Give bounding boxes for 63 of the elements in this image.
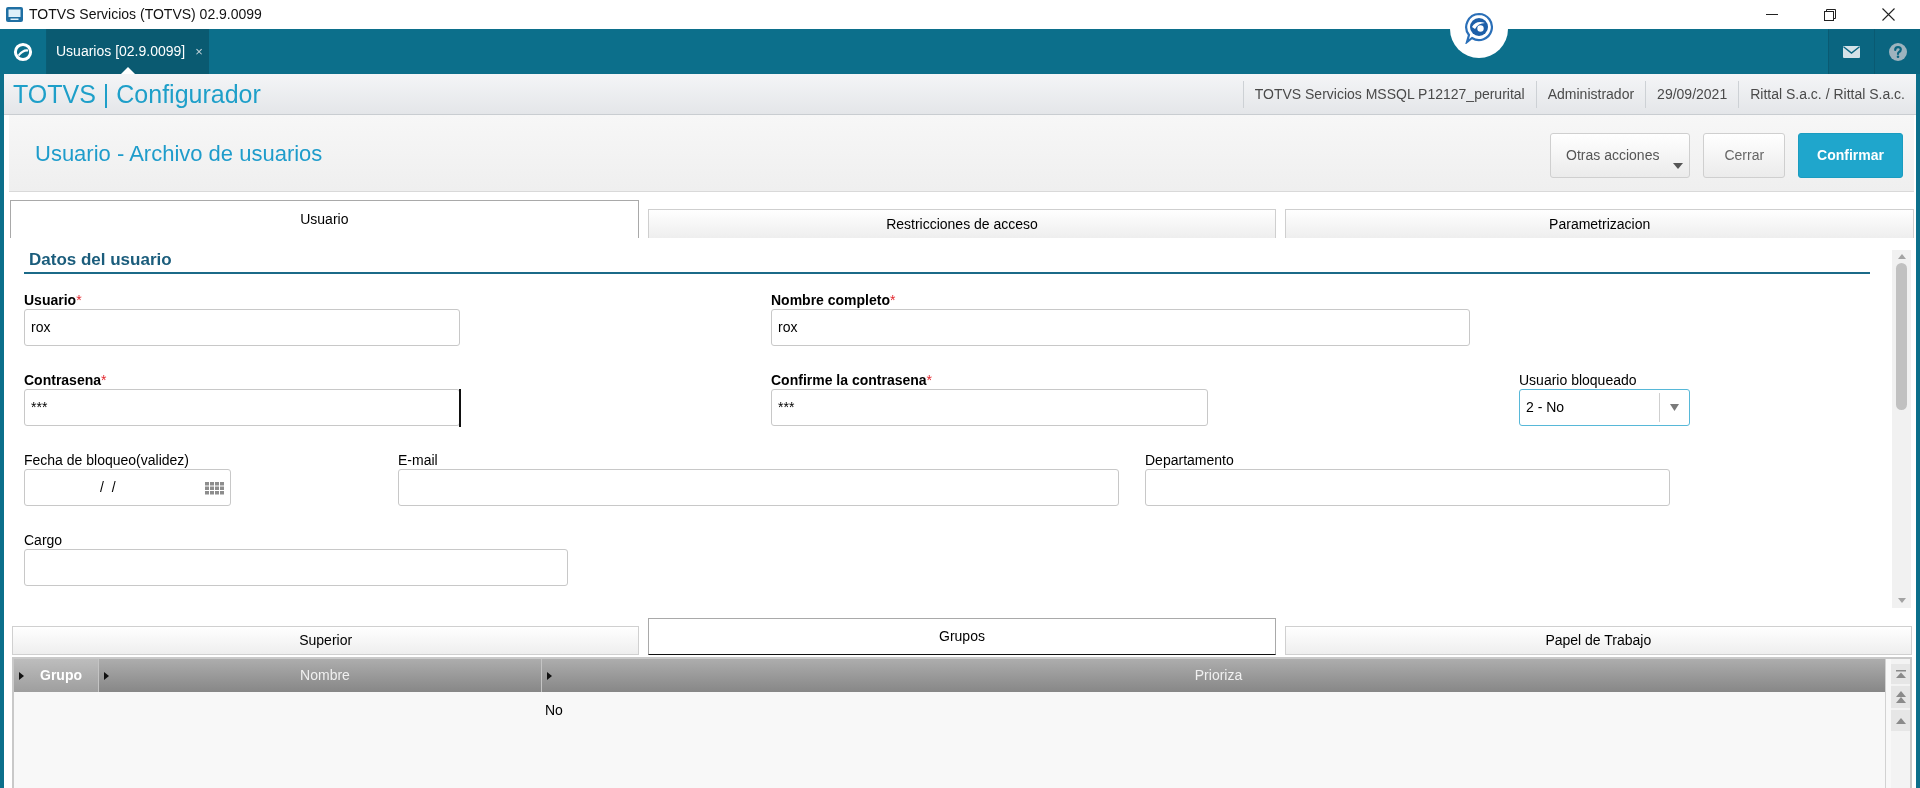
field-label: E-mail	[398, 452, 439, 469]
table-cell-text: No	[544, 700, 563, 720]
mail-icon	[1843, 45, 1860, 58]
up-arrow-icon	[1895, 717, 1906, 724]
field-label: Contrasena*	[24, 372, 108, 389]
column-arrow-icon[interactable]	[547, 671, 552, 680]
input-field[interactable]: rox	[771, 309, 1470, 346]
field-label: Usuario*	[24, 292, 83, 309]
input-field[interactable]	[1145, 469, 1670, 506]
section-title: Datos del usuario	[28, 250, 173, 270]
field-label: Departamento	[1145, 452, 1235, 469]
header-info: 29/09/2021	[1645, 80, 1739, 108]
field-label: Fecha de bloqueo(validez)	[24, 452, 190, 469]
header-info: Rittal S.a.c. / Rittal S.a.c.	[1738, 80, 1916, 108]
window-title: TOTVS Servicios (TOTVS) 02.9.0099	[29, 5, 262, 24]
help-button[interactable]	[1874, 29, 1920, 74]
app-tab[interactable]: Usuarios [02.9.0099] ×	[47, 29, 209, 74]
caret-icon	[1673, 162, 1684, 169]
field-label: Usuario bloqueado	[1519, 372, 1638, 389]
input-field[interactable]	[24, 549, 568, 586]
field-label: Nombre completo*	[771, 292, 897, 309]
column-arrow-icon[interactable]	[19, 671, 24, 680]
column-arrow-icon[interactable]	[104, 671, 109, 680]
field-label: Cargo	[24, 532, 64, 549]
tab[interactable]: Papel de Trabajo	[1284, 626, 1912, 655]
scrollbar-thumb[interactable]	[1896, 263, 1907, 410]
scroll-up-button[interactable]	[1891, 710, 1910, 731]
header-info: TOTVS Servicios MSSQL P12127_perurital	[1242, 80, 1536, 108]
page-up-button[interactable]	[1891, 686, 1910, 708]
input-field[interactable]: ***	[24, 389, 460, 426]
scroll-top-button[interactable]	[1891, 664, 1910, 684]
app-logo-icon[interactable]	[13, 41, 33, 62]
chat-bubble-icon	[1463, 12, 1495, 44]
header-info: Administrador	[1535, 80, 1646, 108]
double-up-arrow-icon	[1895, 691, 1906, 703]
tab[interactable]: Superior	[12, 626, 640, 655]
skip-to-top-icon	[1895, 670, 1906, 678]
close-icon[interactable]	[1881, 8, 1895, 21]
help-icon	[1888, 42, 1907, 61]
action-button[interactable]: Cerrar	[1703, 132, 1786, 178]
caret-icon[interactable]	[1670, 404, 1679, 411]
scroll-up-icon[interactable]	[1897, 254, 1906, 259]
page-title: Usuario - Archivo de usuarios	[34, 139, 323, 168]
scroll-down-icon[interactable]	[1897, 598, 1906, 603]
input-field[interactable]: rox	[24, 309, 460, 346]
scrollbar[interactable]	[1892, 250, 1911, 608]
tab-close-button[interactable]: ×	[195, 41, 203, 62]
app-icon	[6, 7, 23, 22]
calendar-icon[interactable]	[205, 482, 224, 495]
date-field[interactable]: / /	[24, 469, 231, 506]
restore-icon[interactable]	[1824, 8, 1836, 21]
mail-button[interactable]	[1828, 29, 1874, 74]
input-field[interactable]: ***	[771, 389, 1208, 426]
input-field[interactable]	[398, 469, 1119, 506]
tab[interactable]: Usuario	[10, 200, 639, 238]
field-label: Confirme la contrasena*	[771, 372, 934, 389]
select-field[interactable]: 2 - No	[1519, 389, 1690, 426]
active-tab-pointer-icon	[120, 67, 135, 74]
tab[interactable]: Restricciones de acceso	[647, 209, 1277, 238]
tab[interactable]: Parametrizacion	[1285, 209, 1914, 238]
app-title: TOTVS | Configurador	[12, 79, 261, 109]
tab[interactable]: Grupos	[648, 618, 1276, 655]
menu-button[interactable]: Otras acciones	[1550, 132, 1691, 178]
